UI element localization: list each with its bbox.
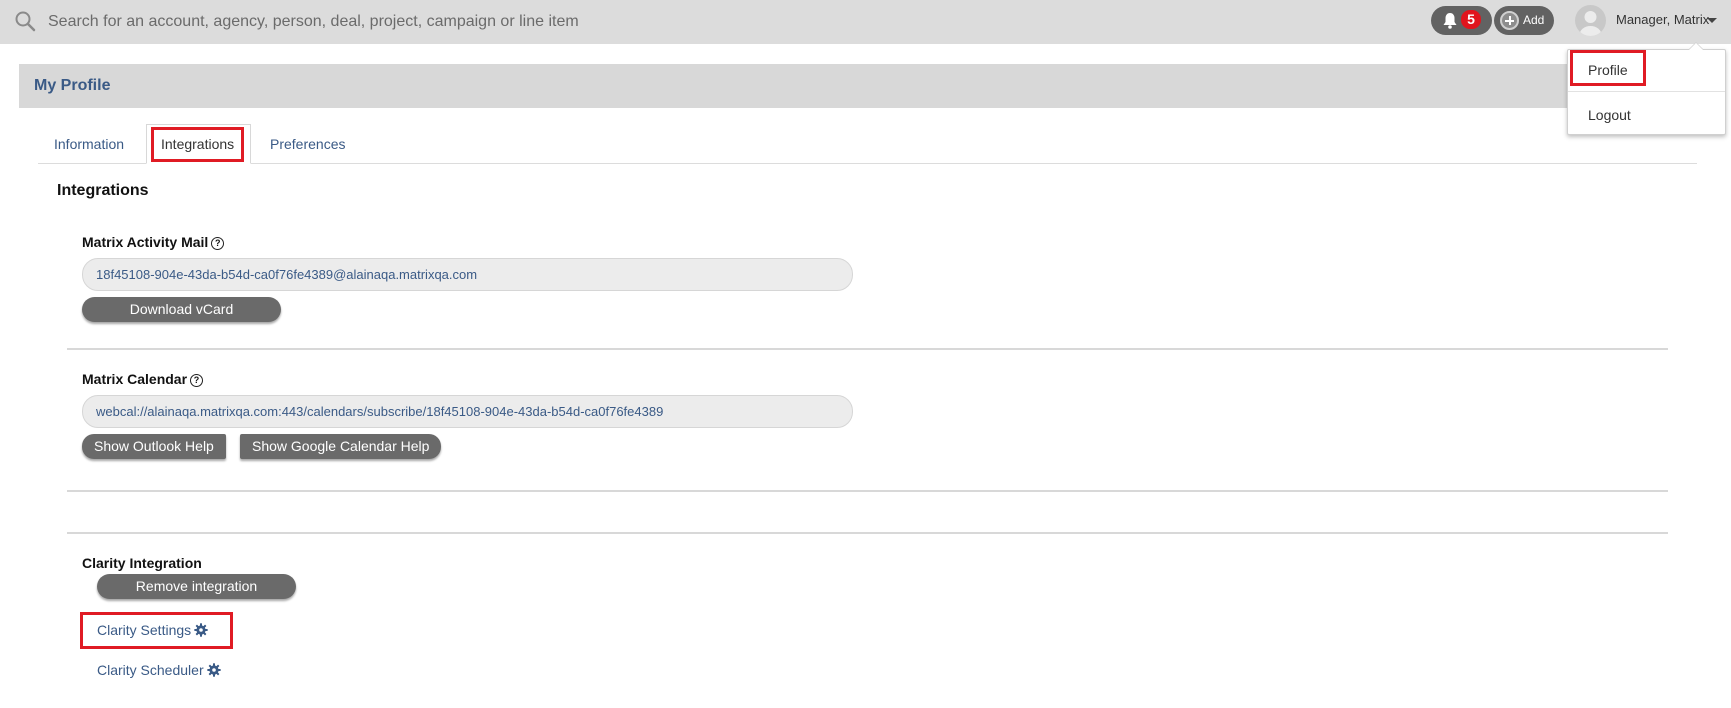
menu-divider bbox=[1568, 91, 1725, 92]
top-bar: 5 Add Manager, Matrix bbox=[0, 0, 1731, 44]
menu-item-profile[interactable]: Profile bbox=[1588, 62, 1628, 78]
remove-integration-button[interactable]: Remove integration bbox=[97, 574, 296, 599]
search-icon bbox=[15, 11, 36, 32]
user-menu-dropdown: Profile Logout bbox=[1567, 42, 1726, 135]
gear-icon bbox=[206, 663, 221, 677]
show-google-calendar-help-button[interactable]: Show Google Calendar Help bbox=[240, 434, 442, 459]
add-label: Add bbox=[1523, 13, 1545, 27]
help-icon[interactable]: ? bbox=[190, 374, 204, 387]
download-vcard-button[interactable]: Download vCard bbox=[82, 297, 281, 322]
clarity-integration-label: Clarity Integration bbox=[82, 555, 202, 571]
panel-header: My Profile bbox=[19, 64, 1712, 108]
clarity-settings-label: Clarity Settings bbox=[97, 622, 192, 638]
section-divider bbox=[67, 348, 1668, 350]
tab-integrations[interactable]: Integrations bbox=[161, 136, 234, 152]
tab-information[interactable]: Information bbox=[54, 136, 124, 152]
bell-icon bbox=[1443, 13, 1457, 29]
search-input[interactable] bbox=[46, 8, 946, 36]
add-button[interactable]: Add bbox=[1494, 6, 1554, 35]
plus-icon bbox=[1500, 11, 1519, 30]
activity-mail-label-text: Matrix Activity Mail bbox=[82, 234, 209, 250]
clarity-settings-link[interactable]: Clarity Settings bbox=[97, 622, 208, 638]
calendar-field[interactable]: webcal://alainaqa.matrixqa.com:443/calen… bbox=[82, 395, 853, 428]
show-outlook-help-button[interactable]: Show Outlook Help bbox=[82, 434, 226, 459]
notifications-button[interactable]: 5 bbox=[1431, 6, 1492, 35]
help-icon[interactable]: ? bbox=[211, 237, 225, 250]
tab-preferences[interactable]: Preferences bbox=[270, 136, 345, 152]
menu-item-logout[interactable]: Logout bbox=[1588, 107, 1631, 123]
user-silhouette-icon bbox=[1579, 11, 1602, 36]
page-title: My Profile bbox=[34, 77, 111, 94]
chevron-down-icon[interactable] bbox=[1707, 18, 1717, 23]
clarity-scheduler-label: Clarity Scheduler bbox=[97, 662, 204, 678]
avatar[interactable] bbox=[1575, 5, 1606, 36]
clarity-scheduler-link[interactable]: Clarity Scheduler bbox=[97, 662, 221, 678]
activity-mail-label: Matrix Activity Mail? bbox=[82, 234, 225, 250]
notification-count-badge: 5 bbox=[1461, 10, 1481, 29]
activity-mail-field[interactable]: 18f45108-904e-43da-b54d-ca0f76fe4389@ala… bbox=[82, 258, 853, 291]
section-divider bbox=[67, 532, 1668, 534]
calendar-label-text: Matrix Calendar bbox=[82, 371, 188, 387]
calendar-label: Matrix Calendar? bbox=[82, 371, 204, 387]
section-divider bbox=[67, 490, 1668, 492]
user-menu-toggle[interactable]: Manager, Matrix bbox=[1616, 12, 1709, 27]
gear-icon bbox=[194, 623, 208, 637]
section-title: Integrations bbox=[57, 182, 149, 199]
tabs-divider bbox=[38, 163, 1697, 164]
